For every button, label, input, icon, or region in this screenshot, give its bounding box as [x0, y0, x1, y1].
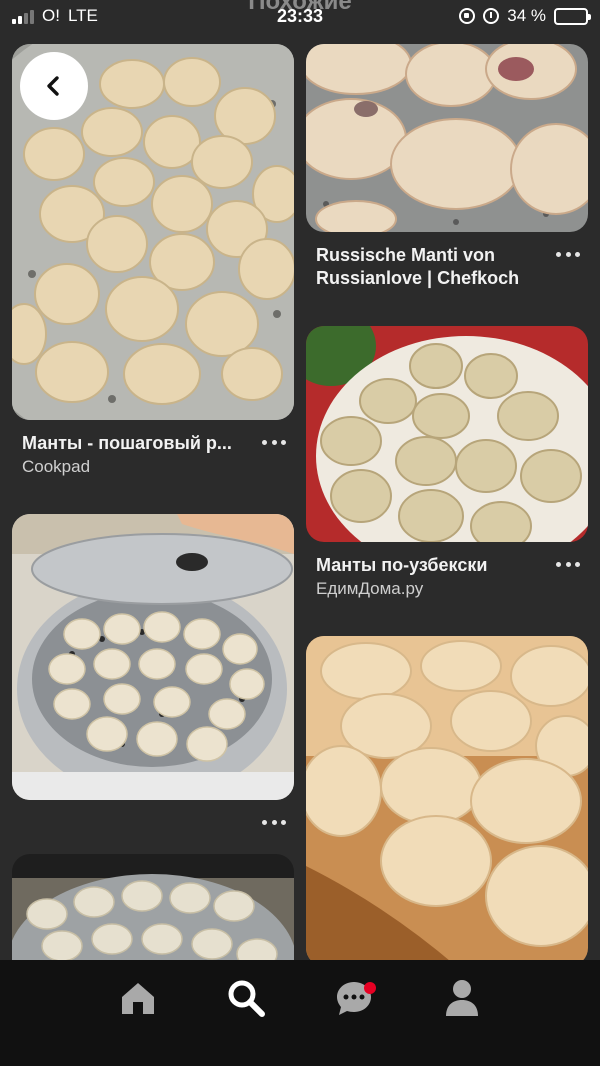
more-options-icon[interactable]: [556, 554, 580, 574]
pin-meta: Манты по-узбекски ЕдимДома.ру: [306, 542, 588, 598]
nav-messages[interactable]: [330, 974, 378, 1022]
more-options-icon[interactable]: [262, 432, 286, 452]
pin-meta: Russische Manti von Russianlove | Chefko…: [306, 232, 588, 288]
bottom-nav: [0, 960, 600, 1066]
pin-image-manti-steamer-lid[interactable]: [12, 514, 294, 800]
pin-card[interactable]: [306, 636, 588, 966]
status-right: 34 %: [459, 6, 591, 26]
pin-card[interactable]: [12, 514, 294, 854]
home-icon: [122, 983, 154, 1014]
profile-icon: [446, 980, 478, 1016]
nav-profile[interactable]: [438, 974, 486, 1022]
pin-image-manti-wooden-board[interactable]: [306, 636, 588, 966]
rotation-lock-icon: [459, 8, 476, 24]
nav-search[interactable]: [222, 974, 270, 1022]
pin-image-manti-closeup[interactable]: [306, 44, 588, 232]
status-bar: Похожие O! LTE 23:33 34 %: [0, 0, 600, 34]
pin-meta: [12, 800, 294, 825]
screen: Похожие O! LTE 23:33 34 % Манты - пошаго…: [0, 0, 600, 1066]
pin-title[interactable]: Russische Manti von Russianlove | Chefko…: [316, 244, 548, 290]
pin-source[interactable]: Cookpad: [22, 457, 254, 477]
nav-home[interactable]: [114, 974, 162, 1022]
battery-icon: [554, 7, 591, 25]
feed-column-right: Russische Manti von Russianlove | Chefko…: [306, 44, 588, 966]
pin-title[interactable]: Манты по-узбекски: [316, 554, 548, 577]
pin-meta: Манты - пошаговый р... Cookpad: [12, 420, 294, 476]
back-button[interactable]: [20, 52, 88, 120]
pin-title[interactable]: Манты - пошаговый р...: [22, 432, 254, 455]
pin-source[interactable]: ЕдимДома.ру: [316, 579, 548, 599]
battery-percent: 34 %: [507, 6, 546, 25]
more-options-icon[interactable]: [556, 244, 580, 264]
pin-image-manti-plate[interactable]: [306, 326, 588, 542]
alarm-icon: [483, 8, 500, 24]
pin-card[interactable]: Russische Manti von Russianlove | Chefko…: [306, 44, 588, 326]
notification-badge: [364, 982, 376, 994]
chevron-left-icon: [47, 76, 59, 96]
feed-column-left: Манты - пошаговый р... Cookpad: [12, 44, 294, 1004]
more-options-icon[interactable]: [262, 812, 286, 832]
pin-card[interactable]: Манты по-узбекски ЕдимДома.ру: [306, 326, 588, 636]
search-icon: [228, 980, 265, 1017]
